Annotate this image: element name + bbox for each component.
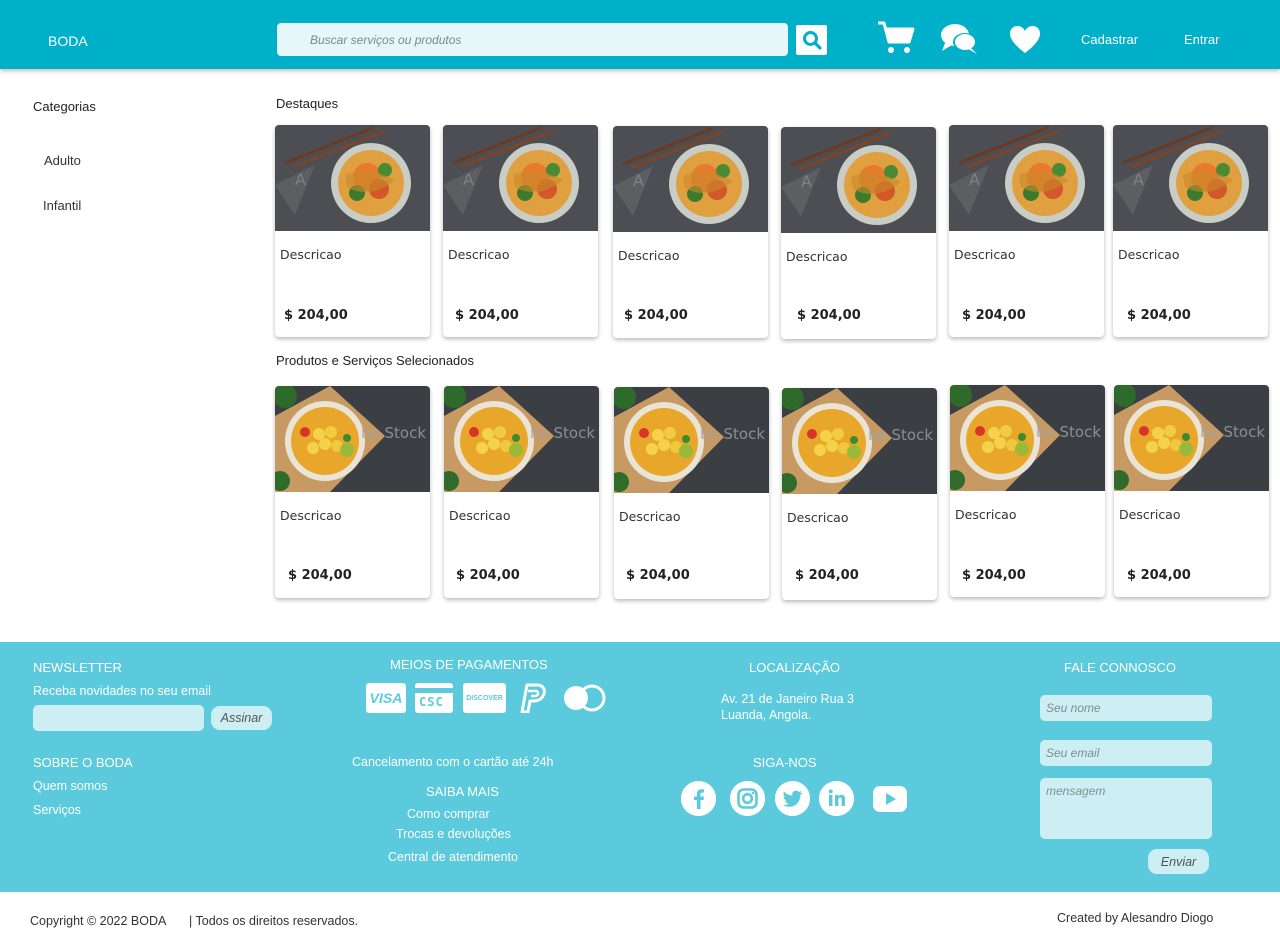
- noodle-bowl-image: [443, 125, 598, 231]
- product-description: Descricao: [955, 507, 1017, 522]
- product-price: $ 204,00: [624, 308, 688, 323]
- visa-icon: VISA: [366, 683, 406, 713]
- paypal-icon: [520, 683, 546, 713]
- section-title-destaques: Destaques: [276, 96, 339, 111]
- facebook-icon[interactable]: [681, 781, 716, 816]
- product-card[interactable]: Descricao $ 204,00: [613, 126, 768, 338]
- about-link-servicos[interactable]: Serviços: [33, 803, 81, 817]
- newsletter-text: Receba novidades no seu email: [33, 684, 211, 698]
- location-title: LOCALIZAÇÃO: [749, 660, 841, 675]
- product-description: Descricao: [448, 247, 510, 262]
- cart-icon[interactable]: [877, 20, 915, 56]
- product-description: Descricao: [618, 248, 680, 263]
- product-description: Descricao: [280, 508, 342, 523]
- product-card[interactable]: Descricao $ 204,00: [782, 388, 937, 600]
- curry-bowl-image: [782, 388, 937, 494]
- location-line2: Luanda, Angola.: [721, 708, 812, 722]
- search-input[interactable]: [277, 23, 788, 56]
- noodle-bowl-image: [1113, 125, 1268, 231]
- copyright-text: Copyright © 2022 BODA: [30, 914, 167, 928]
- search-button[interactable]: [796, 25, 827, 55]
- discover-icon: DISCOVER: [463, 683, 506, 713]
- contact-message-field[interactable]: [1040, 778, 1212, 839]
- product-card[interactable]: Descricao $ 204,00: [1114, 385, 1269, 597]
- curry-bowl-image: [614, 387, 769, 493]
- category-infantil[interactable]: Infantil: [43, 198, 81, 213]
- product-price: $ 204,00: [288, 568, 352, 583]
- product-description: Descricao: [449, 508, 511, 523]
- product-price: $ 204,00: [797, 308, 861, 323]
- location-line1: Av. 21 de Janeiro Rua 3: [721, 692, 854, 706]
- rights-text: | Todos os direitos reservados.: [189, 914, 359, 928]
- newsletter-email-field[interactable]: [33, 705, 204, 731]
- product-price: $ 204,00: [1127, 308, 1191, 323]
- contact-email-field[interactable]: [1040, 740, 1212, 766]
- youtube-icon[interactable]: [872, 785, 908, 813]
- curry-bowl-image: [1114, 385, 1269, 491]
- contact-title: FALE CONNOSCO: [1064, 660, 1176, 675]
- csc-icon: CSC: [414, 683, 454, 713]
- send-button[interactable]: Enviar: [1148, 849, 1209, 874]
- product-card[interactable]: Descricao $ 204,00: [444, 386, 599, 598]
- more-link-como-comprar[interactable]: Como comprar: [407, 807, 490, 821]
- follow-title: SIGA-NOS: [753, 755, 817, 770]
- linkedin-icon[interactable]: [819, 781, 854, 816]
- login-link[interactable]: Entrar: [1184, 32, 1219, 47]
- product-card[interactable]: Descricao $ 204,00: [781, 127, 936, 339]
- top-bar: BODA Cadastrar Entrar: [0, 0, 1280, 69]
- noodle-bowl-image: [613, 126, 768, 232]
- product-description: Descricao: [954, 247, 1016, 262]
- product-description: Descricao: [280, 247, 342, 262]
- signup-link[interactable]: Cadastrar: [1081, 32, 1138, 47]
- mastercard-icon: [564, 684, 606, 712]
- about-link-quem-somos[interactable]: Quem somos: [33, 779, 107, 793]
- chat-icon[interactable]: [940, 21, 980, 57]
- product-description: Descricao: [1119, 507, 1181, 522]
- instagram-icon[interactable]: [730, 781, 765, 816]
- noodle-bowl-image: [949, 125, 1104, 231]
- brand-logo[interactable]: BODA: [48, 33, 88, 49]
- product-description: Descricao: [787, 510, 849, 525]
- product-price: $ 204,00: [626, 568, 690, 583]
- curry-bowl-image: [275, 386, 430, 492]
- subscribe-button[interactable]: Assinar: [211, 706, 272, 730]
- more-title: SAIBA MAIS: [426, 784, 499, 799]
- noodle-bowl-image: [275, 125, 430, 231]
- credit-text: Created by Alesandro Diogo: [1057, 911, 1214, 925]
- more-link-central[interactable]: Central de atendimento: [388, 850, 518, 864]
- payments-title: MEIOS DE PAGAMENTOS: [390, 657, 548, 672]
- twitter-icon[interactable]: [775, 781, 810, 816]
- product-description: Descricao: [786, 249, 848, 264]
- product-card[interactable]: Descricao $ 204,00: [949, 125, 1104, 337]
- product-price: $ 204,00: [1127, 568, 1191, 583]
- more-link-trocas[interactable]: Trocas e devoluções: [396, 827, 511, 841]
- product-price: $ 204,00: [795, 568, 859, 583]
- curry-bowl-image: [444, 386, 599, 492]
- categories-title: Categorias: [33, 99, 96, 114]
- payments-note: Cancelamento com o cartão até 24h: [352, 755, 554, 769]
- curry-bowl-image: [950, 385, 1105, 491]
- product-price: $ 204,00: [455, 308, 519, 323]
- heart-icon[interactable]: [1009, 25, 1041, 55]
- product-card[interactable]: Descricao $ 204,00: [275, 125, 430, 337]
- footer: [0, 642, 1280, 892]
- section-title-selecionados: Produtos e Serviços Selecionados: [276, 353, 475, 368]
- product-card[interactable]: Descricao $ 204,00: [1113, 125, 1268, 337]
- product-price: $ 204,00: [962, 308, 1026, 323]
- contact-name-field[interactable]: [1040, 695, 1212, 721]
- product-card[interactable]: Descricao $ 204,00: [950, 385, 1105, 597]
- product-price: $ 204,00: [284, 308, 348, 323]
- product-card[interactable]: Descricao $ 204,00: [443, 125, 598, 337]
- product-card[interactable]: Descricao $ 204,00: [275, 386, 430, 598]
- newsletter-title: NEWSLETTER: [33, 660, 122, 675]
- product-price: $ 204,00: [962, 568, 1026, 583]
- product-price: $ 204,00: [456, 568, 520, 583]
- noodle-bowl-image: [781, 127, 936, 233]
- about-title: SOBRE O BODA: [33, 755, 133, 770]
- product-card[interactable]: Descricao $ 204,00: [614, 387, 769, 599]
- search-icon: [802, 31, 822, 50]
- product-description: Descricao: [1118, 247, 1180, 262]
- category-adulto[interactable]: Adulto: [44, 153, 81, 168]
- product-description: Descricao: [619, 509, 681, 524]
